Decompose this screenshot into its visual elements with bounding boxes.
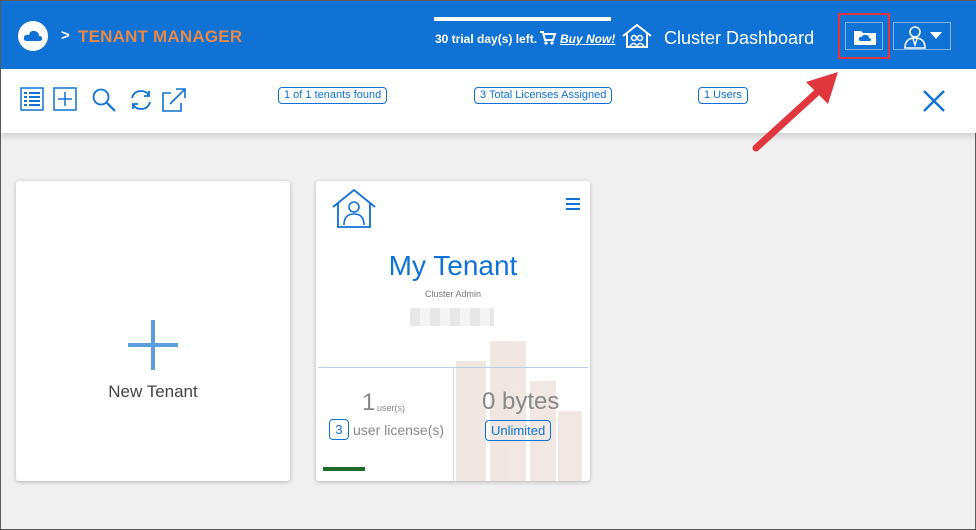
license-label: user license(s) [353,422,445,438]
new-tenant-label[interactable]: New Tenant [16,382,290,402]
export-icon[interactable] [161,87,187,118]
trial-progress-bar [434,17,611,21]
refresh-icon[interactable] [128,87,154,118]
user-count: 1 [362,389,376,416]
page-title: TENANT MANAGER [78,27,243,46]
add-icon[interactable] [53,87,77,116]
users-badge: 1 Users [698,87,748,104]
list-icon[interactable] [20,87,44,116]
tenant-house-icon [330,187,378,234]
cloud-folder-icon [854,31,876,45]
storage-limit-badge: Unlimited [485,420,552,441]
menu-icon[interactable] [566,198,580,213]
annotation-arrow-icon [752,72,838,152]
caret-down-icon [930,32,942,39]
cloud-logo-icon[interactable] [18,21,48,51]
breadcrumb-separator: > [61,27,70,44]
redacted-email [410,308,494,326]
tenant-role: Cluster Admin [424,289,482,299]
tenants-found-badge: 1 of 1 tenants found [278,87,388,104]
search-icon[interactable] [91,87,117,118]
user-unit: user(s) [377,403,406,413]
buy-now-link[interactable]: Buy Now! [560,32,615,46]
header-bar: > TENANT MANAGER 30 trial day(s) left. B… [1,1,976,69]
tenant-name[interactable]: My Tenant [316,250,590,282]
add-tenant-icon-bar[interactable] [128,343,178,347]
cluster-dashboard-link[interactable]: Cluster Dashboard [664,28,814,49]
storage-used: 0 bytes [482,388,560,415]
license-count-badge: 3 [329,419,349,440]
cloud-files-button[interactable] [845,22,883,50]
house-icon[interactable] [621,23,653,54]
card-column-divider [453,367,454,481]
licenses-badge: 3 Total Licenses Assigned [474,87,613,104]
close-icon[interactable] [922,89,946,118]
user-icon [904,26,926,49]
trial-status: 30 trial day(s) left. [435,32,538,46]
cart-icon[interactable] [539,30,557,51]
tenant-card[interactable]: My Tenant Cluster Admin 1 user(s) 3 user… [316,181,590,481]
usage-progress-bar [323,467,365,471]
user-menu-button[interactable] [893,22,951,50]
